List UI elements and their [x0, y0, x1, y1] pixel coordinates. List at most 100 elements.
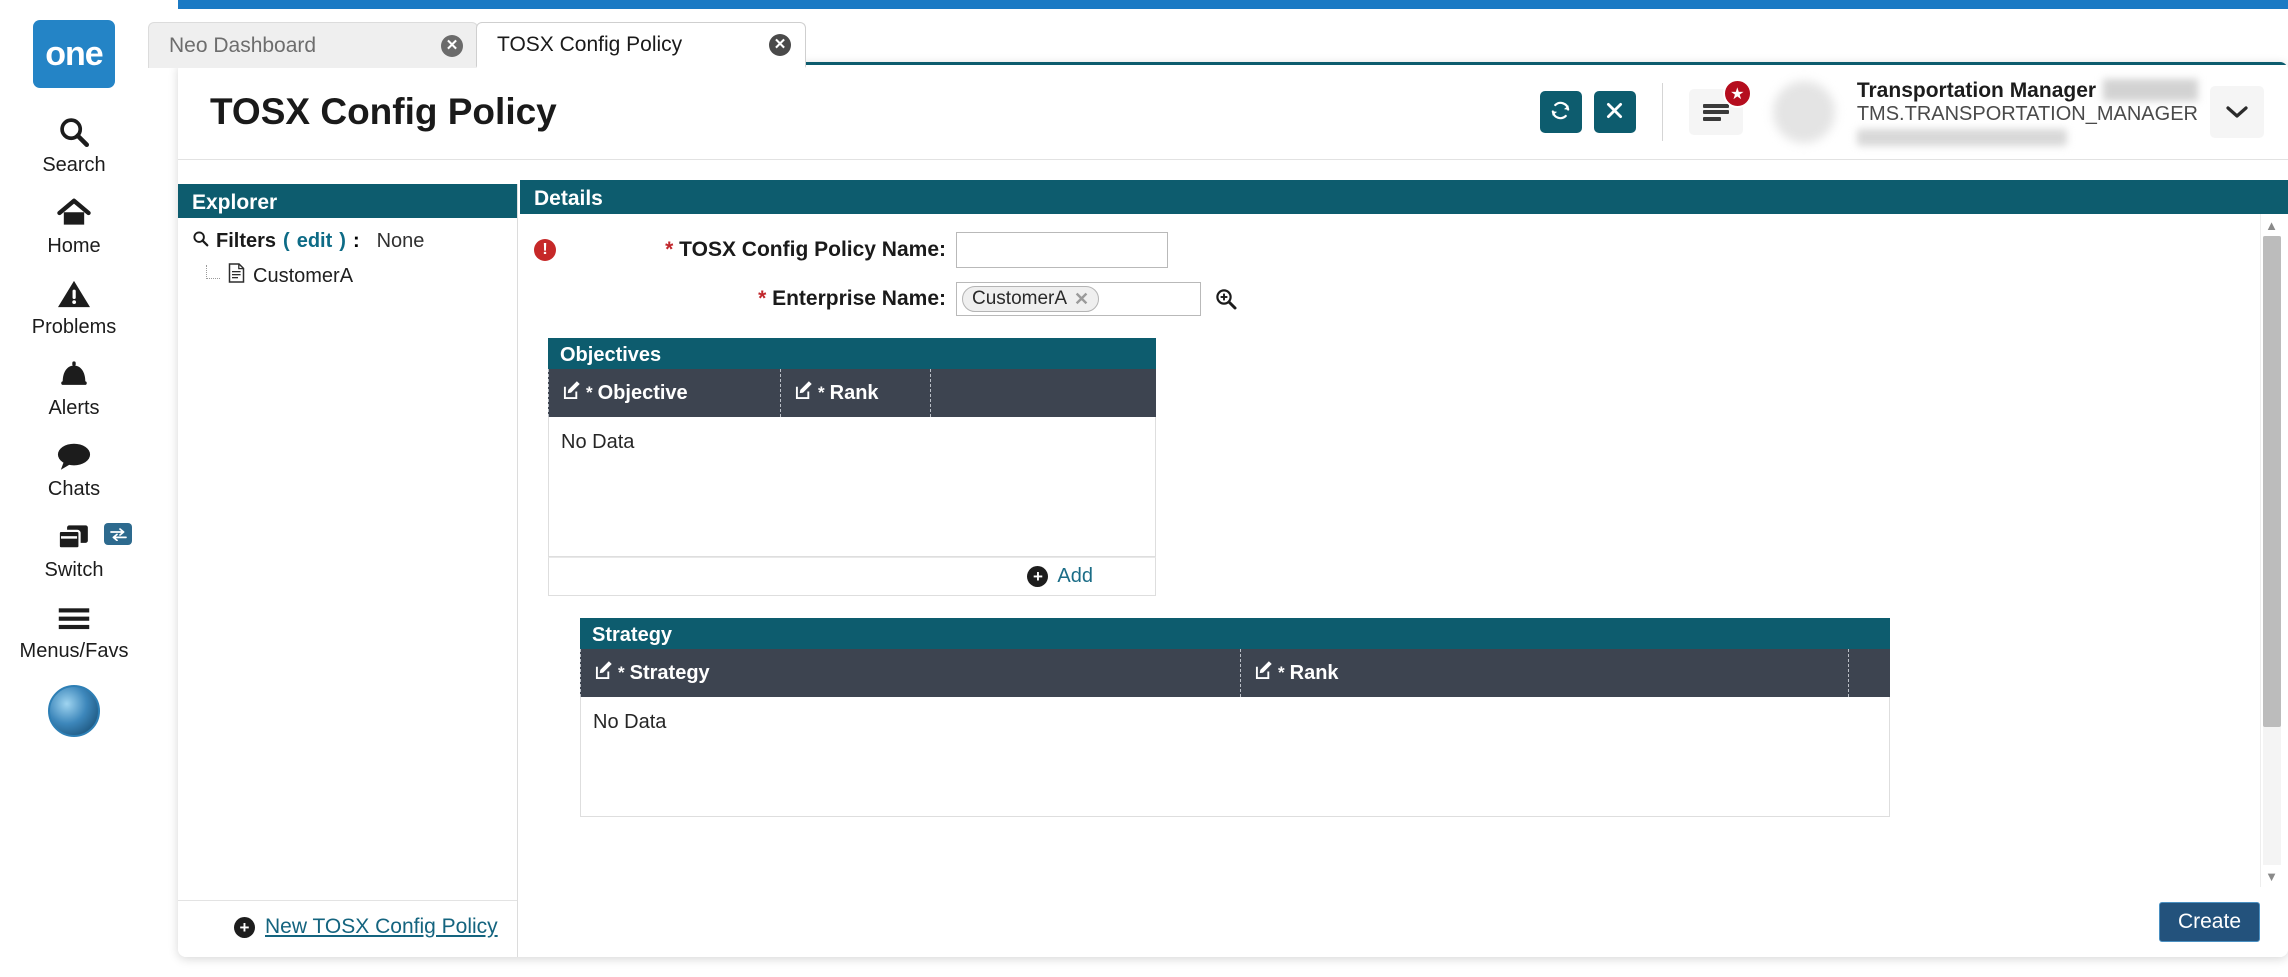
close-circle-icon[interactable]: ✕ [441, 34, 463, 57]
column-header-label: Strategy [629, 661, 710, 684]
document-icon [228, 263, 245, 289]
rail-item-chats[interactable]: Chats [14, 436, 134, 501]
rail-item-label: Search [42, 154, 106, 176]
required-marker: * [758, 287, 767, 310]
column-header-rank[interactable]: * Rank [1240, 649, 1848, 697]
details-title: Details [520, 180, 2288, 214]
header-divider [1661, 83, 1663, 141]
objectives-add-button[interactable]: + Add [1027, 565, 1093, 588]
bell-icon [57, 355, 91, 395]
tab-label: TOSX Config Policy [497, 32, 683, 56]
enterprise-chip-label: CustomerA [972, 288, 1068, 309]
new-policy-link[interactable]: New TOSX Config Policy [265, 915, 498, 939]
rail-item-label: Alerts [48, 397, 100, 419]
filters-value: None [376, 230, 425, 252]
tab-tosx-config-policy[interactable]: TOSX Config Policy ✕ [476, 22, 806, 68]
hamburger-icon [56, 598, 92, 638]
rail-item-home[interactable]: Home [14, 193, 134, 258]
hamburger-menu-icon [1702, 101, 1729, 123]
app-logo-text: one [45, 34, 103, 73]
rail-item-label: Menus/Favs [19, 640, 129, 662]
edit-pencil-icon [795, 380, 814, 406]
user-menu-button[interactable] [2210, 86, 2264, 138]
plus-circle-icon: + [1027, 566, 1049, 587]
details-scroll-area: ! * TOSX Config Policy Name: * Enterpris… [520, 214, 2288, 887]
column-header-rank[interactable]: * Rank [780, 369, 930, 417]
filters-paren-open: ( [283, 230, 290, 252]
column-header-objective[interactable]: * Objective [548, 369, 780, 417]
main-content-card: TOSX Config Policy ★ Transportation Mana… [178, 62, 2288, 957]
explorer-body: Filters ( edit ) : None CustomerA [178, 218, 517, 289]
strategy-empty-text: No Data [593, 711, 667, 733]
rail-item-label: Problems [31, 316, 117, 338]
refresh-button[interactable] [1539, 91, 1582, 133]
rail-item-switch[interactable]: Switch [14, 517, 134, 582]
objectives-grid-body: No Data [548, 417, 1156, 557]
close-circle-icon[interactable]: ✕ [769, 33, 791, 56]
objectives-grid-header: * Objective * Rank [548, 369, 1156, 417]
user-role: TMS.TRANSPORTATION_MANAGER [1856, 102, 2198, 125]
rail-item-menus-favs[interactable]: Menus/Favs [14, 598, 134, 663]
close-x-icon [1604, 100, 1625, 124]
star-icon: ★ [1722, 79, 1752, 108]
required-marker: * [665, 238, 674, 261]
edit-pencil-icon [1255, 660, 1274, 686]
refresh-icon [1549, 99, 1572, 125]
column-header-label: Rank [829, 381, 879, 404]
chevron-down-icon [2226, 99, 2248, 125]
user-info: Transportation Manager TMS.TRANSPORTATIO… [1856, 78, 2198, 146]
rail-item-label: Home [47, 235, 101, 257]
enterprise-name-label-text: Enterprise Name: [772, 287, 946, 310]
explorer-title: Explorer [178, 184, 517, 218]
objectives-empty-text: No Data [561, 431, 635, 453]
scrollbar-track[interactable] [2262, 236, 2281, 865]
home-icon [56, 193, 92, 233]
content-region: Explorer Filters ( edit ) : None Custome… [178, 160, 2288, 957]
explorer-tree-item[interactable]: CustomerA [192, 263, 507, 289]
rail-item-alerts[interactable]: Alerts [14, 355, 134, 420]
app-logo[interactable]: one [33, 20, 115, 88]
policy-name-label-text: TOSX Config Policy Name: [679, 238, 946, 261]
details-panel: Details ! * TOSX Config Policy Name: * E… [520, 180, 2288, 957]
column-header-strategy[interactable]: * Strategy [580, 649, 1240, 697]
triangle-down-icon[interactable]: ▼ [2261, 865, 2283, 887]
enterprise-name-input[interactable]: CustomerA ✕ [956, 282, 1201, 316]
explorer-panel: Explorer Filters ( edit ) : None Custome… [178, 184, 518, 957]
rail-item-search[interactable]: Search [14, 112, 134, 177]
required-marker: * [1278, 663, 1285, 682]
edit-pencil-icon [595, 660, 614, 686]
triangle-up-icon[interactable]: ▲ [2261, 214, 2283, 236]
column-header-label: Objective [597, 381, 688, 404]
close-x-icon[interactable]: ✕ [1074, 289, 1089, 310]
explorer-tree-item-label: CustomerA [253, 264, 354, 287]
strategy-grid: Strategy * Strategy * Rank No Data [580, 618, 1890, 817]
rail-item-label: Chats [47, 478, 101, 500]
page-header: TOSX Config Policy ★ Transportation Mana… [178, 65, 2288, 160]
column-header-label: Rank [1289, 661, 1339, 684]
policy-name-input[interactable] [956, 232, 1168, 268]
close-page-button[interactable] [1593, 91, 1636, 133]
user-detail-redaction [1856, 128, 2067, 146]
page-title: TOSX Config Policy [210, 91, 557, 132]
field-row-enterprise-name: * Enterprise Name: CustomerA ✕ [520, 282, 2288, 316]
error-exclamation-icon: ! [534, 239, 556, 261]
warning-triangle-icon [56, 274, 92, 314]
filters-edit-link[interactable]: edit [297, 230, 333, 253]
rail-item-problems[interactable]: Problems [14, 274, 134, 339]
objectives-grid-footer: + Add [548, 557, 1156, 596]
user-name: Transportation Manager [1856, 78, 2097, 102]
app-menu-button[interactable]: ★ [1688, 79, 1752, 135]
strategy-grid-header: * Strategy * Rank [580, 649, 1890, 697]
magnifier-plus-icon[interactable] [1214, 287, 1238, 311]
details-scrollbar[interactable]: ▲ ▼ [2260, 214, 2282, 887]
enterprise-name-label: * Enterprise Name: [566, 287, 946, 311]
scrollbar-thumb[interactable] [2262, 236, 2281, 727]
tree-elbow [206, 265, 220, 279]
tab-neo-dashboard[interactable]: Neo Dashboard ✕ [148, 22, 478, 68]
swap-arrows-icon[interactable] [104, 523, 132, 545]
plus-circle-icon: + [234, 916, 255, 938]
avatar[interactable] [1772, 81, 1835, 143]
assistant-avatar-icon[interactable] [48, 685, 100, 737]
create-button[interactable]: Create [2158, 902, 2260, 942]
strategy-grid-title: Strategy [580, 618, 1890, 649]
